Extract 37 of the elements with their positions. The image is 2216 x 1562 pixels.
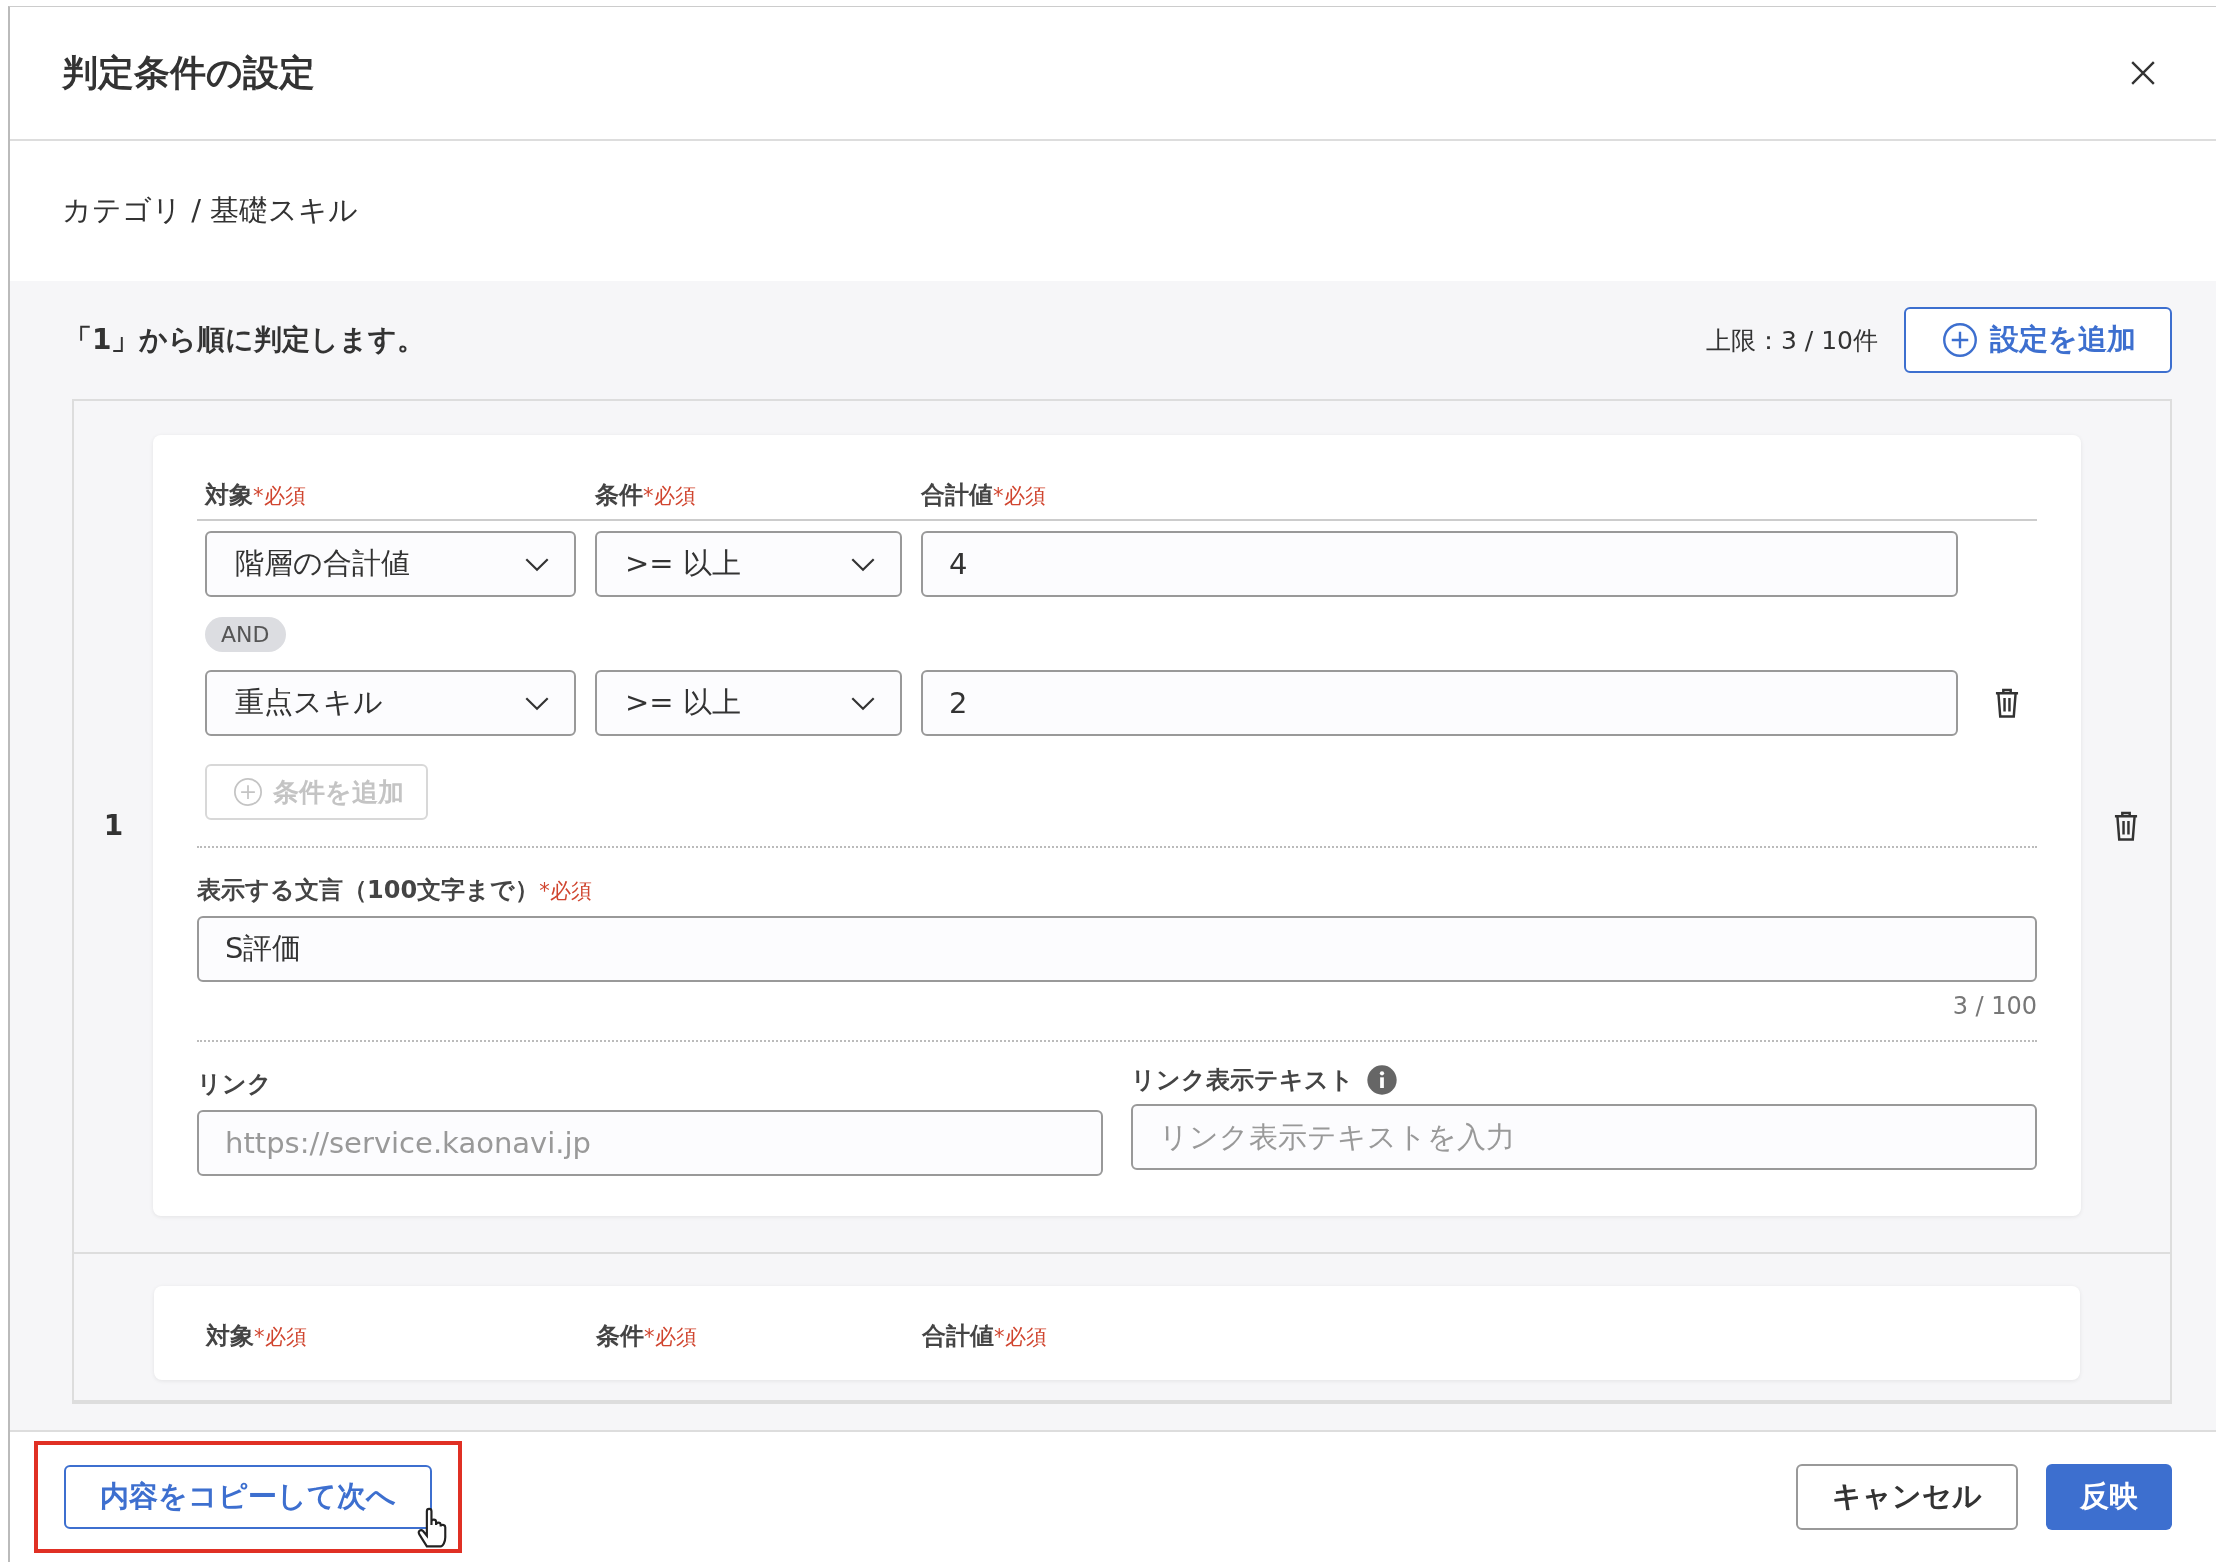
- chevron-down-icon: [524, 695, 551, 711]
- plus-circle-icon: [233, 777, 264, 807]
- setting-number: 1: [103, 809, 124, 842]
- cancel-button[interactable]: キャンセル: [1796, 1464, 2018, 1530]
- link-text-input[interactable]: リンク表示テキストを入力: [1131, 1104, 2038, 1170]
- dialog-title: 判定条件の設定: [62, 50, 316, 95]
- limit-count: 上限：3 / 10件: [1705, 324, 1878, 357]
- close-icon[interactable]: [2130, 60, 2156, 86]
- operator-select[interactable]: >= 以上: [595, 531, 903, 597]
- intro-text: 「1」から順に判定します。: [64, 322, 427, 358]
- target-select[interactable]: 重点スキル: [205, 670, 577, 736]
- copy-next-button[interactable]: 内容をコピーして次へ: [64, 1465, 432, 1529]
- operator-select[interactable]: >= 以上: [595, 670, 903, 736]
- field-label: 合計値*必須: [922, 1321, 1048, 1352]
- link-input[interactable]: https://service.kaonavi.jp: [197, 1110, 1104, 1176]
- value-input[interactable]: 4: [921, 531, 1959, 597]
- field-label: 合計値*必須: [921, 480, 1047, 511]
- field-label: リンク: [197, 1069, 274, 1100]
- field-label: 条件*必須: [596, 1321, 698, 1352]
- apply-button[interactable]: 反映: [2046, 1464, 2172, 1530]
- message-input[interactable]: S評価: [197, 916, 2038, 982]
- target-select[interactable]: 階層の合計値: [205, 531, 577, 597]
- field-label: 表示する文言（100文字まで）*必須: [197, 875, 593, 906]
- character-count: 3 / 100: [1952, 992, 2038, 1020]
- chevron-down-icon: [850, 695, 877, 711]
- plus-circle-icon: [1942, 322, 1978, 358]
- field-label: 対象*必須: [206, 1321, 308, 1352]
- chevron-down-icon: [850, 556, 877, 572]
- info-icon[interactable]: [1366, 1064, 1399, 1096]
- field-label: リンク表示テキスト: [1131, 1065, 1355, 1096]
- field-label: 対象*必須: [205, 480, 307, 511]
- breadcrumb: カテゴリ / 基礎スキル: [62, 192, 359, 229]
- chevron-down-icon: [524, 556, 551, 572]
- value-input[interactable]: 2: [921, 670, 1959, 736]
- field-label: 条件*必須: [595, 480, 697, 511]
- add-setting-button[interactable]: 設定を追加: [1904, 307, 2172, 373]
- connector-chip: AND: [205, 617, 286, 652]
